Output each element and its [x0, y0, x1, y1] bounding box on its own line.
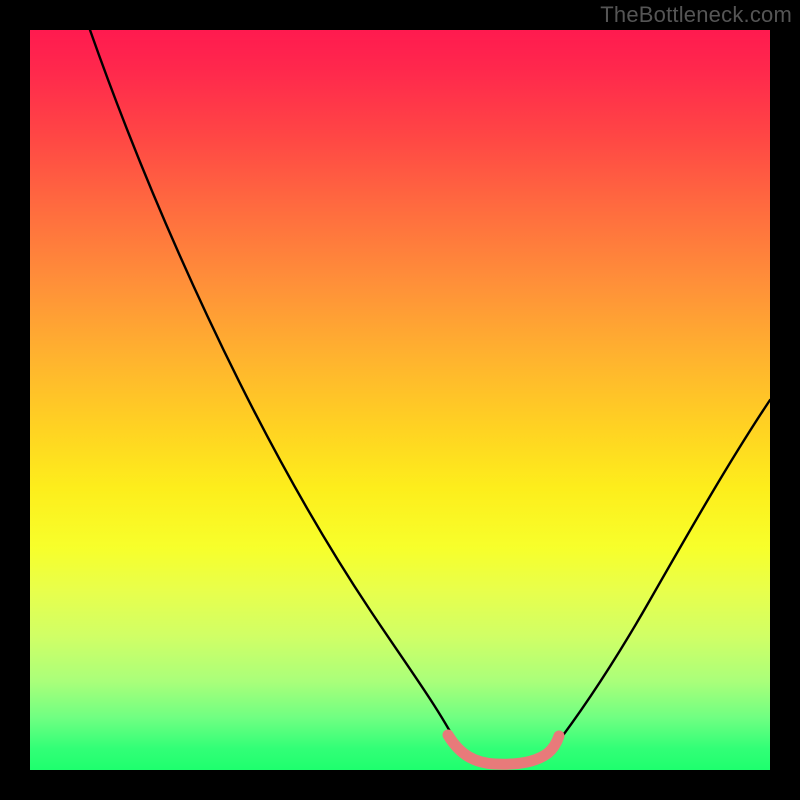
left-curve [90, 30, 460, 750]
plot-area [30, 30, 770, 770]
right-curve [552, 400, 770, 750]
chart-frame: TheBottleneck.com [0, 0, 800, 800]
pink-highlight-segment [448, 735, 559, 764]
watermark-text: TheBottleneck.com [600, 2, 792, 28]
curve-layer [30, 30, 770, 770]
